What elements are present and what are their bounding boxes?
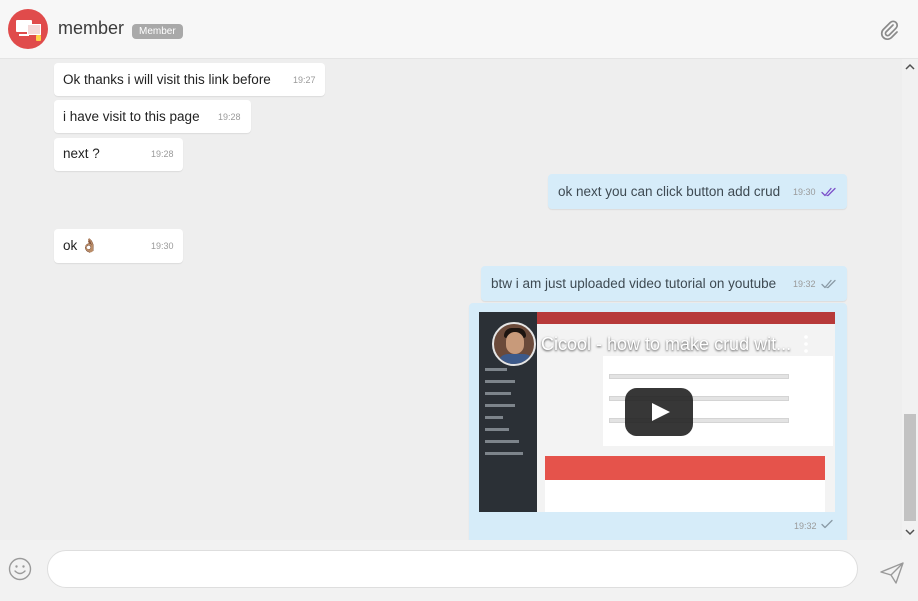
thumbnail-line (485, 392, 511, 395)
channel-avatar[interactable] (492, 322, 536, 366)
thumbnail-line (485, 416, 503, 419)
chat-header: member Member (0, 0, 918, 59)
message-text: ok 👌🏽 (63, 238, 98, 253)
message-time: 19:32 (793, 279, 816, 289)
message-bubble-incoming[interactable]: ok 👌🏽 19:30 (54, 229, 183, 263)
paperclip-icon[interactable] (879, 19, 899, 41)
message-bubble-outgoing[interactable]: ok next you can click button add crud 19… (548, 174, 847, 209)
contact-avatar[interactable] (8, 9, 48, 49)
message-text: next ? (63, 146, 100, 161)
message-bubble-outgoing[interactable]: btw i am just uploaded video tutorial on… (481, 266, 847, 301)
paper-plane-icon[interactable] (879, 561, 905, 585)
scroll-up-arrow-icon[interactable] (902, 59, 918, 76)
avatar-plant-shape (36, 35, 41, 41)
scrollbar-thumb[interactable] (904, 414, 916, 521)
video-thumbnail-table (545, 456, 825, 512)
scroll-down-arrow-icon[interactable] (902, 523, 918, 540)
video-title[interactable]: Cicool - how to make crud wit... (541, 334, 791, 355)
video-thumbnail-topbar (537, 312, 835, 324)
thumbnail-line (485, 440, 519, 443)
message-text: ok next you can click button add crud (558, 184, 781, 199)
message-time: 19:28 (218, 112, 241, 122)
message-text: Ok thanks i will visit this link before (63, 72, 271, 87)
message-composer (0, 540, 918, 601)
youtube-video-preview[interactable]: Cicool - how to make crud wit... (479, 312, 835, 512)
thumbnail-line (485, 428, 509, 431)
chat-scrollbar[interactable] (902, 59, 918, 540)
message-input[interactable] (47, 550, 858, 588)
message-time: 19:30 (151, 241, 174, 251)
check-sent-icon (821, 519, 833, 529)
message-bubble-incoming[interactable]: next ? 19:28 (54, 138, 183, 171)
play-icon (652, 403, 670, 421)
message-text: i have visit to this page (63, 109, 200, 124)
video-message-bubble[interactable]: Cicool - how to make crud wit... 19:32 (469, 303, 847, 540)
avatar-window-shape (27, 24, 41, 35)
thumbnail-table-header (545, 456, 825, 480)
thumbnail-line (485, 368, 507, 371)
role-badge: Member (132, 24, 183, 39)
message-time: 19:27 (293, 75, 316, 85)
thumbnail-line (485, 452, 523, 455)
avatar-stand-shape (19, 34, 29, 36)
message-list[interactable]: Ok thanks i will visit this link before … (0, 59, 902, 540)
message-text: btw i am just uploaded video tutorial on… (491, 276, 777, 291)
double-check-read-icon (821, 187, 836, 197)
message-time: 19:30 (793, 187, 816, 197)
thumbnail-line (485, 380, 515, 383)
thumbnail-line (485, 404, 515, 407)
thumbnail-field (609, 374, 789, 379)
contact-name[interactable]: member (58, 18, 124, 39)
smiley-icon[interactable] (8, 557, 32, 581)
message-time: 19:32 (794, 521, 817, 531)
play-button[interactable] (625, 388, 693, 436)
message-time: 19:28 (151, 149, 174, 159)
message-bubble-incoming[interactable]: i have visit to this page 19:28 (54, 100, 251, 133)
message-bubble-incoming[interactable]: Ok thanks i will visit this link before … (54, 63, 325, 96)
double-check-sent-icon (821, 279, 836, 289)
more-options-icon[interactable] (801, 334, 811, 354)
